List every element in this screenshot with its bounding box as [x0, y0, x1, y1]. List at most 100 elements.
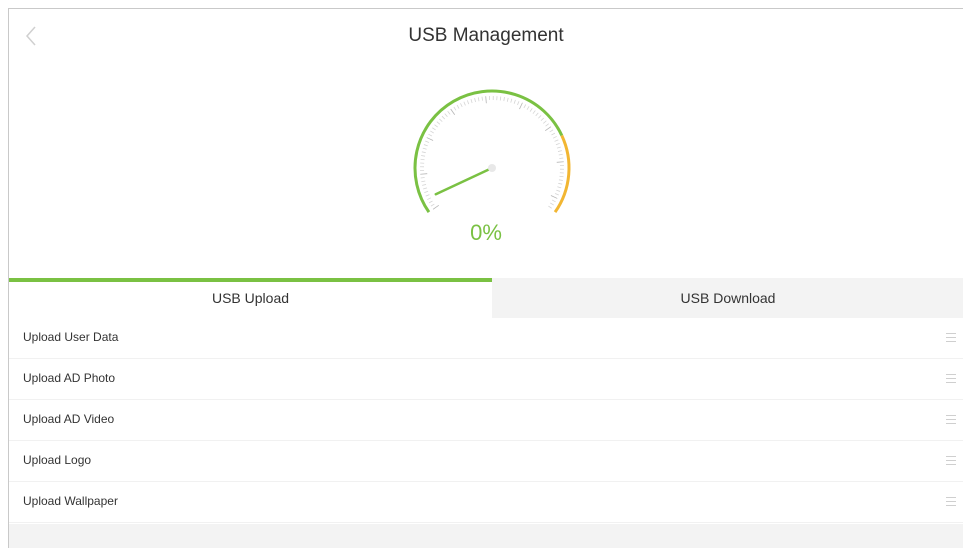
- gauge-tick: [523, 104, 527, 109]
- gauge-tick: [510, 98, 513, 103]
- gauge-tick: [427, 197, 432, 200]
- upload-options-list: Upload User Data Upload AD Photo Upload …: [9, 318, 963, 523]
- gauge-tick: [559, 157, 564, 159]
- gauge-tick: [550, 202, 554, 206]
- gauge-tick: [447, 111, 451, 115]
- list-item-upload-wallpaper[interactable]: Upload Wallpaper: [9, 482, 963, 523]
- gauge-tick: [545, 123, 549, 127]
- gauge-tick: [423, 144, 428, 147]
- gauge-tick: [432, 127, 436, 131]
- gauge-tick: [543, 120, 547, 124]
- gauge-tick: [430, 203, 435, 207]
- gauge-tick: [463, 101, 466, 106]
- gauge-tick: [556, 146, 561, 149]
- gauge-tick: [422, 147, 427, 150]
- gauge-tick: [558, 153, 563, 156]
- list-item-upload-logo[interactable]: Upload Logo: [9, 441, 963, 482]
- gauge-graphic: [413, 89, 571, 214]
- drag-handle-icon: [946, 374, 956, 384]
- gauge-tick: [549, 129, 554, 133]
- gauge-tick: [540, 117, 545, 122]
- gauge-hub: [488, 164, 496, 172]
- gauge-tick: [477, 97, 480, 102]
- tab-bar: USB Upload USB Download: [9, 278, 963, 318]
- gauge-tick: [450, 108, 456, 115]
- progress-gauge: [407, 83, 577, 223]
- gauge-tick: [554, 193, 559, 196]
- gauge-tick: [474, 98, 476, 103]
- gauge-tick: [426, 137, 434, 141]
- gauge-tick: [428, 200, 433, 204]
- gauge-tick: [532, 110, 536, 114]
- gauge-tick: [422, 184, 427, 186]
- gauge-tick: [460, 103, 463, 108]
- gauge-tick: [551, 132, 556, 136]
- gauge-tick: [550, 195, 558, 199]
- gauge-tick: [428, 133, 433, 137]
- gauge-tick: [423, 187, 428, 190]
- list-item-upload-ad-photo[interactable]: Upload AD Photo: [9, 359, 963, 400]
- gauge-tick: [557, 150, 562, 152]
- gauge-tick: [453, 106, 457, 111]
- gauge-tick: [485, 96, 487, 104]
- gauge-tick: [425, 194, 430, 197]
- gauge-tick: [519, 102, 523, 110]
- gauge-tick: [552, 136, 557, 139]
- gauge-arc-yellow: [553, 134, 571, 214]
- list-item-upload-ad-video[interactable]: Upload AD Video: [9, 400, 963, 441]
- gauge-tick: [526, 106, 530, 110]
- gauge-tick: [420, 173, 428, 175]
- gauge-tick: [470, 99, 473, 104]
- gauge-tick: [441, 115, 446, 120]
- gauge-tick: [558, 182, 563, 185]
- drag-handle-icon: [946, 497, 956, 507]
- gauge-needle: [434, 166, 494, 196]
- usb-management-screen: USB Management 0% USB Upload USB Downloa…: [8, 8, 963, 548]
- tab-usb-upload[interactable]: USB Upload: [9, 278, 492, 318]
- gauge-tick: [538, 115, 542, 119]
- gauge-tick: [556, 161, 564, 163]
- gauge-tick: [436, 121, 441, 125]
- gauge-tick: [430, 130, 434, 134]
- header: USB Management: [9, 9, 963, 65]
- gauge-tick: [513, 99, 516, 104]
- gauge-tick: [545, 126, 552, 132]
- gauge-tick: [551, 199, 556, 203]
- gauge-tick: [506, 97, 509, 102]
- list-item-label: Upload Logo: [23, 453, 92, 467]
- gauge-tick: [503, 97, 505, 102]
- gauge-tick: [425, 140, 430, 143]
- gauge-tick: [529, 108, 533, 112]
- gauge-tick: [481, 96, 483, 101]
- tab-label: USB Upload: [211, 290, 290, 306]
- gauge-tick: [556, 189, 561, 192]
- tab-usb-download[interactable]: USB Download: [492, 278, 963, 318]
- gauge-tick: [424, 190, 429, 194]
- gauge-tick: [444, 113, 448, 117]
- drag-handle-icon: [946, 415, 956, 425]
- list-item-upload-user-data[interactable]: Upload User Data: [9, 318, 963, 359]
- gauge-tick: [439, 118, 443, 122]
- gauge-tick: [535, 112, 539, 117]
- gauge-tick: [517, 101, 520, 106]
- gauge-tick: [548, 205, 552, 209]
- list-item-label: Upload User Data: [23, 330, 119, 344]
- gauge-tick: [555, 142, 560, 146]
- gauge-tick: [421, 180, 426, 183]
- drag-handle-icon: [946, 456, 956, 466]
- gauge-tick: [554, 139, 559, 142]
- gauge-tick: [466, 100, 470, 105]
- gauge-tick: [420, 177, 425, 179]
- progress-percent: 0%: [470, 220, 502, 245]
- gauge-tick: [421, 155, 426, 157]
- drag-handle-icon: [946, 333, 956, 343]
- footer-bar: [9, 524, 963, 548]
- list-item-label: Upload AD Video: [23, 412, 115, 426]
- gauge-tick: [557, 186, 562, 189]
- page-title: USB Management: [408, 25, 564, 46]
- gauge-tick: [434, 124, 438, 128]
- gauge-tick: [421, 151, 426, 154]
- gauge-tick: [558, 179, 563, 181]
- gauge-tick: [456, 104, 460, 109]
- tab-label: USB Download: [680, 290, 776, 306]
